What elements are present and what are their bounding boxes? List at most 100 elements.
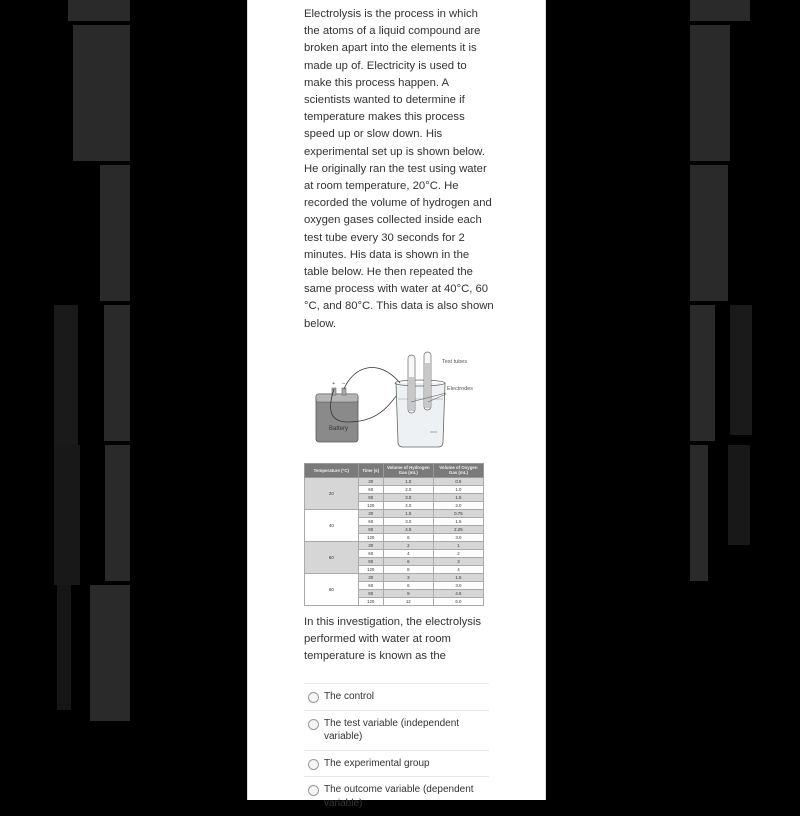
time-cell: 60 [357,580,384,590]
time-cell: 120 [357,564,384,574]
table-row: 20 30 1.0 0.5 [304,476,485,510]
background-thumbnail [73,25,130,161]
temperature-cell: 20 [304,476,359,510]
oxygen-cell: 2.0 [432,500,485,510]
hydrogen-cell: 6 [382,556,434,566]
electrodes-label: Electrodes [447,385,473,392]
option-label: The test variable (independent variable) [324,717,460,743]
background-thumbnail [690,0,750,21]
radio-button[interactable] [308,758,319,770]
background-thumbnail [728,445,750,545]
electrolysis-diagram: Battery + – Test tubes Electrodes [308,347,488,457]
header-temperature: Temperature (°C) [304,462,359,478]
option-control[interactable]: The control [304,684,489,711]
hydrogen-cell: 9 [382,588,434,598]
time-cell: 120 [357,500,384,510]
time-cell: 120 [357,532,384,542]
beaker [395,382,446,448]
background-thumbnail [730,305,752,435]
background-thumbnail [68,0,130,21]
background-thumbnail [690,445,708,581]
time-cell: 90 [357,556,384,566]
wire [343,367,401,390]
time-cell: 30 [357,476,384,486]
table-header-row: Temperature (°C) Time (s) Volume of Hydr… [304,462,485,478]
radio-button[interactable] [308,718,319,730]
oxygen-cell: 1.5 [432,572,485,582]
option-label: The outcome variable (dependent variable… [324,784,474,809]
question-content: Electrolysis is the process in which the… [304,6,494,816]
background-thumbnail [54,445,80,585]
hydrogen-cell: 2 [382,540,434,550]
background-thumbnail [690,165,728,301]
header-hydrogen: Volume of Hydrogen Gas (mL) [382,462,434,478]
negative-terminal-label: – [342,380,346,387]
hydrogen-cell: 6 [382,580,434,590]
oxygen-cell: 6.0 [432,596,485,606]
hydrogen-cell: 4 [382,548,434,558]
option-experimental-group[interactable]: The experimental group [304,751,489,778]
hydrogen-cell: 3.0 [382,516,434,526]
background-thumbnail [104,305,130,441]
hydrogen-cell: 2.0 [382,484,434,494]
oxygen-cell: 3.0 [432,532,485,542]
passage-text: Electrolysis is the process in which the… [304,8,494,330]
background-thumbnail [690,25,730,161]
oxygen-cell: 1.0 [432,484,485,494]
radio-button[interactable] [308,785,319,797]
time-cell: 60 [357,516,384,526]
oxygen-cell: 1.5 [432,492,485,502]
hydrogen-cell: 1.0 [382,476,434,486]
background-thumbnail [54,305,78,445]
oxygen-cell: 0.75 [432,508,485,518]
background-thumbnail [90,585,130,721]
table-row: 80 30 3 1.5 [304,572,485,606]
time-cell: 120 [357,596,384,606]
question-card: Electrolysis is the process in which the… [247,0,546,809]
time-cell: 30 [357,540,384,550]
hydrogen-cell: 4.5 [382,524,434,534]
oxygen-cell: 0.5 [432,476,485,486]
battery-label: Battery [329,425,349,432]
option-label: The control [324,691,375,703]
positive-terminal-label: + [332,380,336,387]
battery-top [315,393,359,403]
time-cell: 30 [357,572,384,582]
background-thumbnail [105,445,130,581]
time-cell: 60 [357,548,384,558]
background-thumbnail [57,585,71,710]
header-oxygen: Volume of Oxygen Gas (mL) [432,462,485,478]
background-thumbnail [690,305,715,441]
time-cell: 90 [357,524,384,534]
hydrogen-cell: 6 [382,532,434,542]
time-cell: 90 [357,588,384,598]
hydrogen-cell: 3 [382,572,434,582]
hydrogen-cell: 4.0 [382,500,434,510]
oxygen-cell: 1.5 [432,516,485,526]
hydrogen-cell: 8 [382,564,434,574]
temperature-cell: 60 [304,540,359,574]
oxygen-cell: 1 [432,540,485,550]
time-cell: 90 [357,492,384,502]
table-row: 40 30 1.5 0.75 [304,508,485,542]
oxygen-cell: 3.0 [432,580,485,590]
oxygen-cell: 2 [432,548,485,558]
answer-options: The control The test variable (independe… [304,683,489,816]
option-label: The experimental group [324,757,430,769]
radio-button[interactable] [308,692,319,704]
temperature-cell: 80 [304,572,359,606]
oxygen-cell: 2.25 [432,524,485,534]
oxygen-cell: 3 [432,556,485,566]
option-outcome-variable[interactable]: The outcome variable (dependent variable… [304,777,489,816]
background-thumbnail [100,165,130,301]
header-time: Time (s) [357,462,384,478]
temperature-cell: 40 [304,508,359,542]
hydrogen-cell: 1.5 [382,508,434,518]
option-test-variable[interactable]: The test variable (independent variable) [304,711,489,751]
gas-bubbles [409,376,414,411]
battery-terminal-negative [341,387,347,396]
data-table: Temperature (°C) Time (s) Volume of Hydr… [304,462,485,606]
time-cell: 30 [357,508,384,518]
hydrogen-cell: 3.0 [382,492,434,502]
oxygen-cell: 4 [432,564,485,574]
